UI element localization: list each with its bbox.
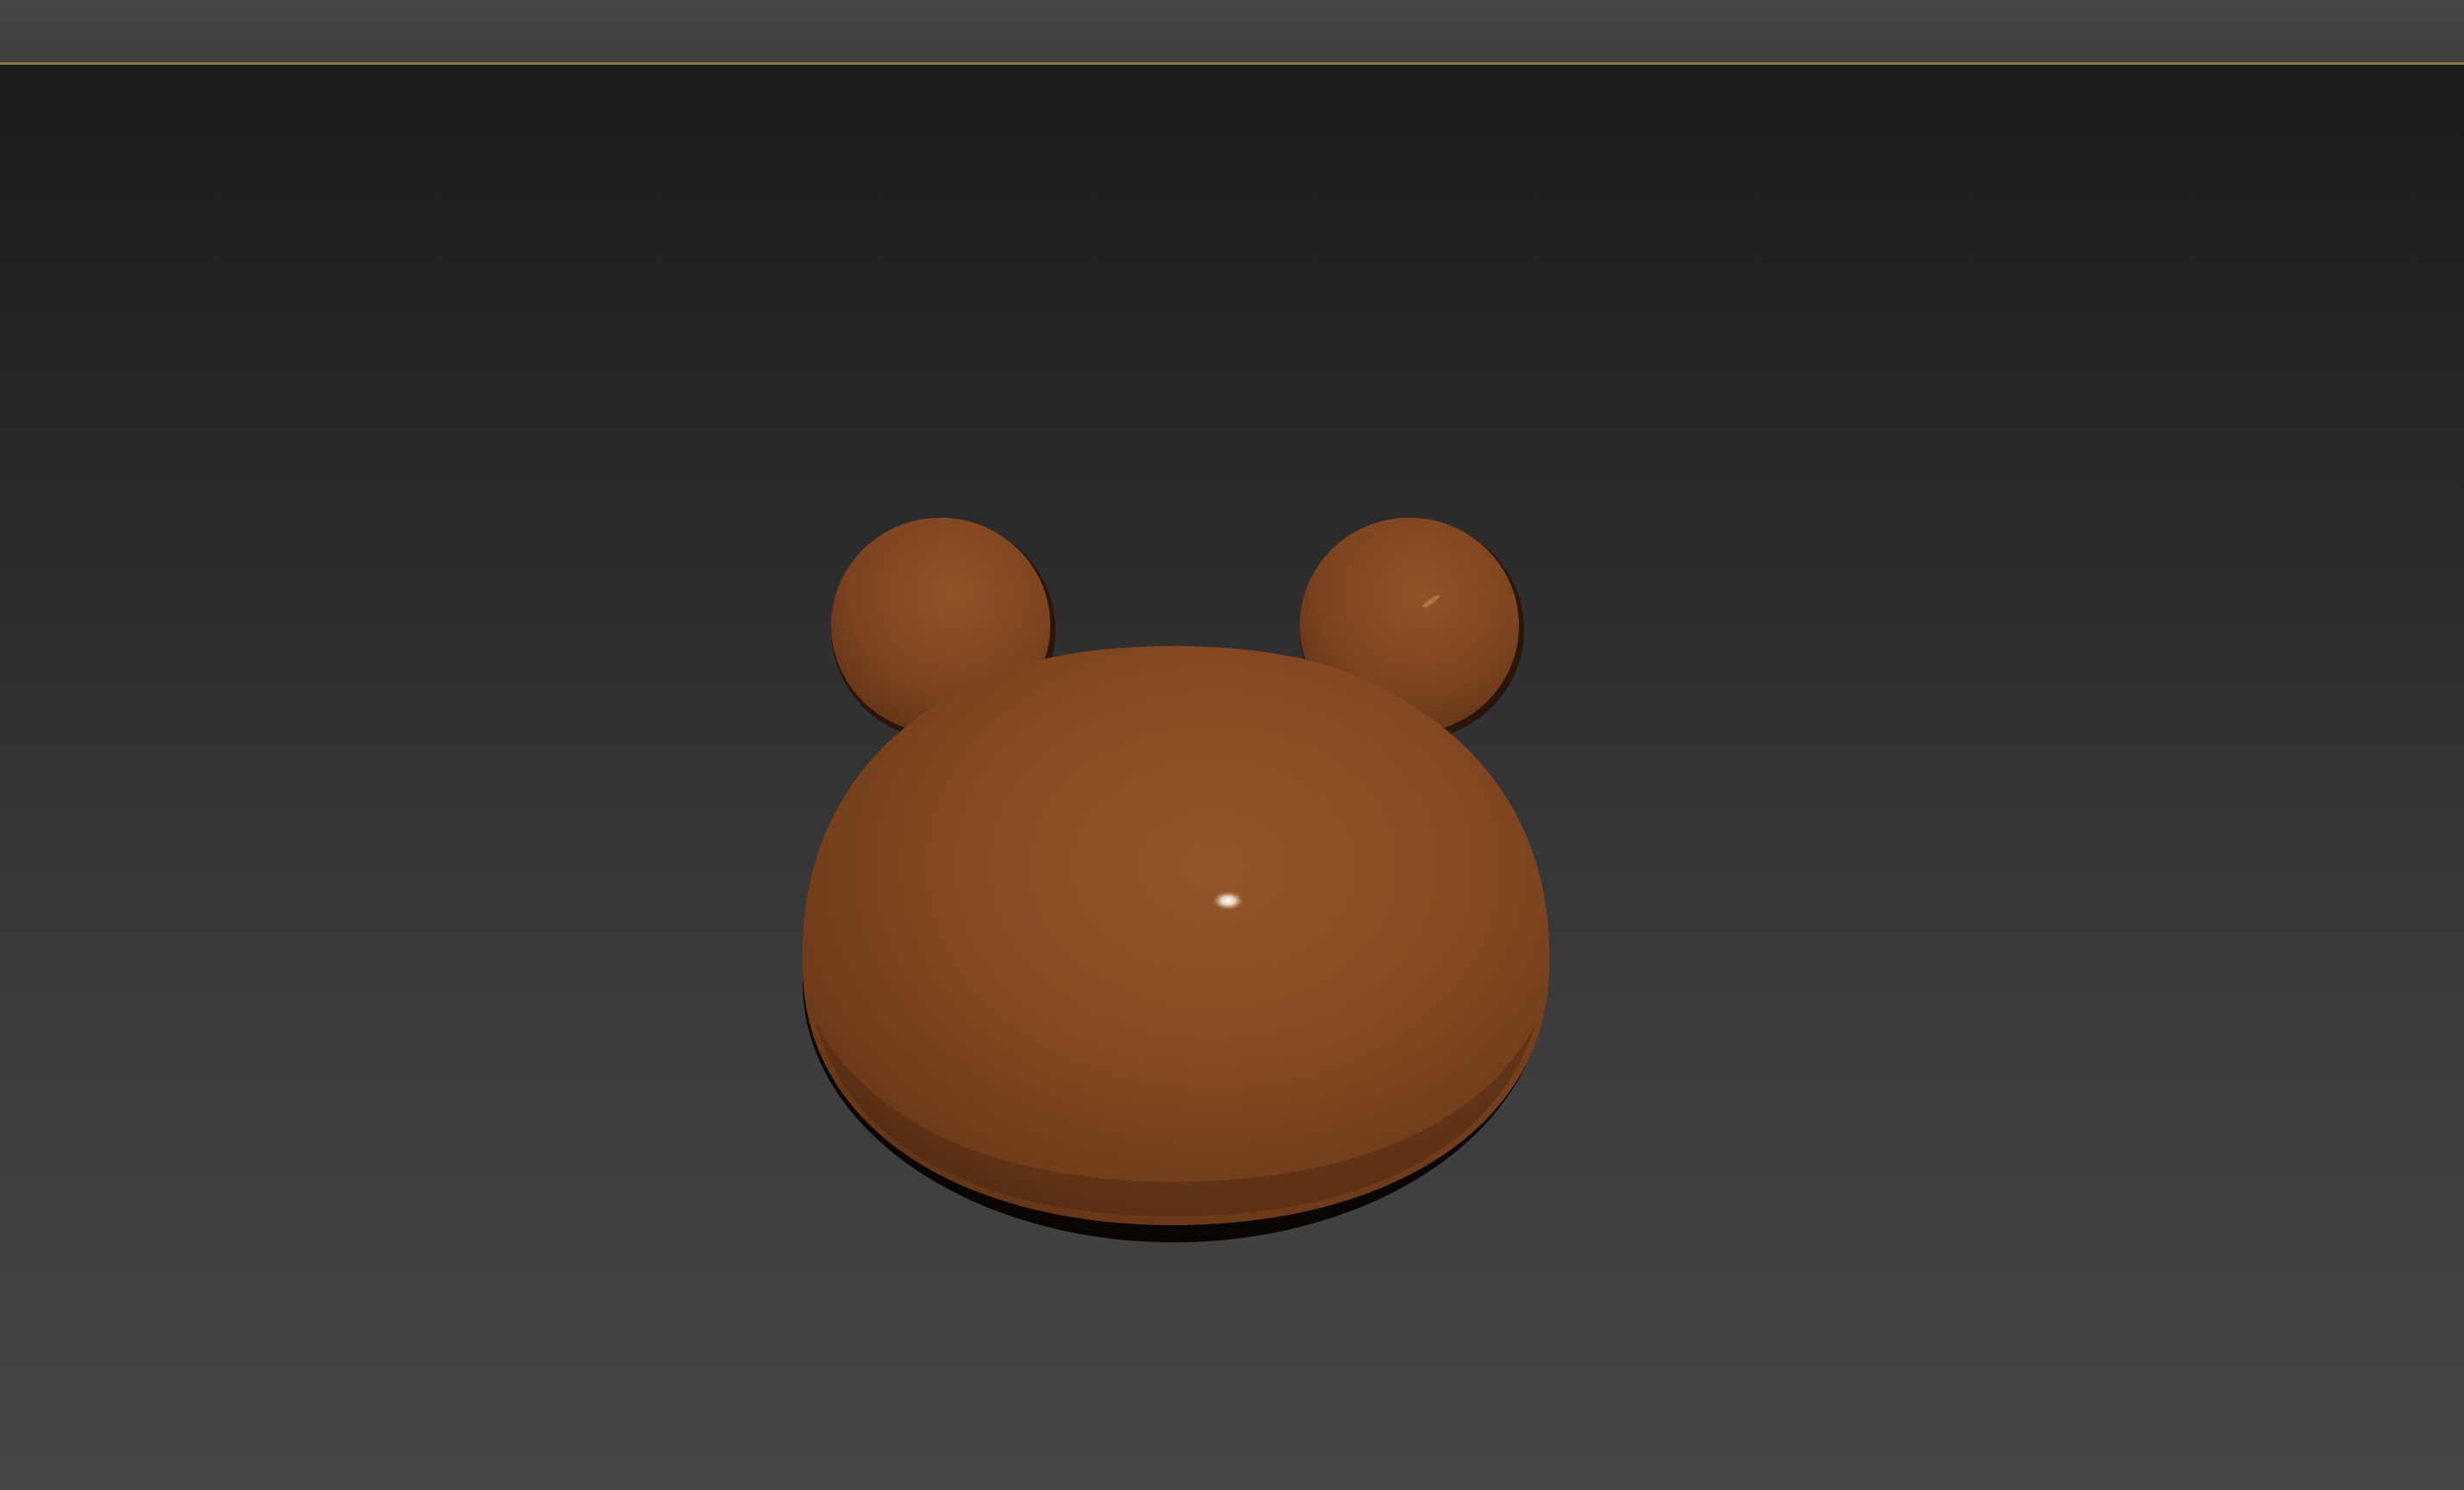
specular-highlight [1213,891,1244,910]
3d-app-window [0,0,2464,1490]
viewport-header-bar [0,0,2464,62]
viewport-scene [802,518,1550,1242]
3d-viewport[interactable] [0,65,2464,1490]
head[interactable] [802,645,1550,1242]
bear-head-model[interactable] [802,518,1550,1242]
